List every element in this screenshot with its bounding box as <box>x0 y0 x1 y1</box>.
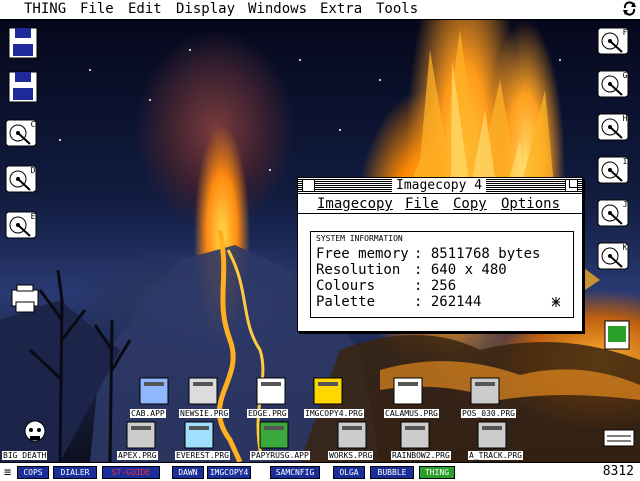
window-menu-bar: Imagecopy File Copy Options <box>298 194 582 214</box>
hard-drive-icon[interactable]: F <box>596 24 630 58</box>
program-icon[interactable] <box>392 376 424 406</box>
menu-windows[interactable]: Windows <box>248 1 307 17</box>
drive-letter: E <box>31 212 36 221</box>
program-label[interactable]: POS_030.PRG <box>461 409 516 418</box>
taskbar-button-bubble[interactable]: BUBBLE <box>370 466 414 479</box>
drive-letter: F <box>623 28 628 37</box>
window-menu-imagecopy[interactable]: Imagecopy <box>317 196 393 212</box>
program-label[interactable]: PAPYRUSG.APP <box>250 451 310 460</box>
menu-edit[interactable]: Edit <box>128 1 162 17</box>
hard-drive-icon[interactable]: J <box>596 196 630 230</box>
info-key: Colours <box>316 278 376 294</box>
hard-drive-icon[interactable]: C <box>4 116 38 150</box>
drive-letter: D <box>31 166 36 175</box>
menu-file[interactable]: File <box>80 1 114 17</box>
program-icon[interactable] <box>187 376 219 406</box>
hard-drive-icon[interactable]: K <box>596 239 630 273</box>
drive-letter: K <box>623 243 628 252</box>
program-icon[interactable] <box>125 420 157 450</box>
taskbar-button-dialer[interactable]: DIALER <box>53 466 97 479</box>
program-icon[interactable] <box>258 420 290 450</box>
system-info-label: SYSTEM INFORMATION <box>314 234 405 243</box>
program-icon[interactable] <box>476 420 508 450</box>
info-row: Resolution: 640 x 480 <box>316 262 507 278</box>
menu-bar: THING File Edit Display Windows Extra To… <box>0 0 640 20</box>
info-row: Free memory: 8511768 bytes <box>316 246 541 262</box>
resize-grip-icon[interactable] <box>551 296 561 308</box>
drive-letter: C <box>31 120 36 129</box>
program-label[interactable]: EVEREST.PRG <box>175 451 230 460</box>
menu-app-thing[interactable]: THING <box>24 1 66 17</box>
program-icon[interactable] <box>312 376 344 406</box>
program-icon[interactable] <box>336 420 368 450</box>
window-menu-copy[interactable]: Copy <box>453 196 487 212</box>
hard-drive-icon[interactable]: G <box>596 67 630 101</box>
program-label[interactable]: RAINBOW2.PRG <box>391 451 451 460</box>
menu-display[interactable]: Display <box>176 1 235 17</box>
floppy-b-icon[interactable] <box>6 70 40 104</box>
menu-extra[interactable]: Extra <box>320 1 362 17</box>
taskbar-button-samcnfig[interactable]: SAMCNFIG <box>270 466 320 479</box>
info-value: 8511768 bytes <box>430 246 541 262</box>
program-label[interactable]: IMGCOPY4.PRG <box>304 409 364 418</box>
program-label[interactable]: CALAMUS.PRG <box>384 409 439 418</box>
drive-letter: I <box>623 157 628 166</box>
floppy-a-icon[interactable] <box>6 26 40 60</box>
program-label[interactable]: EDGE.PRG <box>247 409 288 418</box>
taskbar-button-imgcopy4[interactable]: IMGCOPY4 <box>207 466 251 479</box>
info-key: Palette <box>316 294 376 310</box>
info-value: 640 x 480 <box>430 262 507 278</box>
hard-drive-icon[interactable]: D <box>4 162 38 196</box>
drive-letter: H <box>623 114 628 123</box>
program-label[interactable]: CAB.APP <box>130 409 166 418</box>
imagecopy-window[interactable]: Imagecopy 4 Imagecopy File Copy Options … <box>297 177 583 332</box>
program-icon[interactable] <box>255 376 287 406</box>
info-key: Resolution <box>316 262 401 278</box>
drive-letter: J <box>623 200 628 209</box>
info-value: 256 <box>430 278 457 294</box>
info-value: 262144 <box>430 294 482 310</box>
program-icon[interactable] <box>138 376 170 406</box>
start-menu-icon[interactable]: ≡ <box>4 465 11 479</box>
program-label[interactable]: A_TRACK.PRG <box>468 451 523 460</box>
taskbar-button-cops[interactable]: COPS <box>17 466 49 479</box>
info-key: Free memory <box>316 246 409 262</box>
program-label[interactable]: APEX.PRG <box>117 451 158 460</box>
taskbar-button-st-guide[interactable]: ST-GUIDE <box>102 466 160 479</box>
close-button[interactable] <box>302 179 315 192</box>
hard-drive-icon[interactable]: E <box>4 208 38 242</box>
taskbar-button-dawn[interactable]: DAWN <box>172 466 204 479</box>
window-menu-file[interactable]: File <box>405 196 439 212</box>
clipboard-icon[interactable] <box>600 318 634 352</box>
program-label[interactable]: WORKS.PRG <box>328 451 374 460</box>
hard-drive-icon[interactable]: H <box>596 110 630 144</box>
trash-icon[interactable] <box>19 418 51 448</box>
window-title: Imagecopy 4 <box>392 178 487 193</box>
hard-drive-icon[interactable]: I <box>596 153 630 187</box>
taskbar-button-thing[interactable]: THING <box>419 466 455 479</box>
fuller-button[interactable] <box>565 179 578 192</box>
info-row: Palette: 262144 <box>316 294 482 310</box>
drive-letter: G <box>623 71 628 80</box>
program-icon[interactable] <box>183 420 215 450</box>
taskbar-button-olga[interactable]: OLGA <box>333 466 365 479</box>
menu-tools[interactable]: Tools <box>376 1 418 17</box>
cycle-windows-icon[interactable] <box>622 1 637 16</box>
printer-icon[interactable] <box>8 282 42 316</box>
program-icon[interactable] <box>399 420 431 450</box>
clock: 8312 <box>602 464 634 479</box>
program-label[interactable]: NEWSIE.PRG <box>179 409 230 418</box>
info-row: Colours: 256 <box>316 278 457 294</box>
keyboard-icon[interactable] <box>602 424 636 452</box>
program-icon[interactable] <box>469 376 501 406</box>
window-menu-options[interactable]: Options <box>501 196 560 212</box>
taskbar: ≡ COPS DIALER ST-GUIDE DAWN IMGCOPY4 SAM… <box>0 462 640 481</box>
trash-label: BIG DEATH <box>2 451 48 460</box>
